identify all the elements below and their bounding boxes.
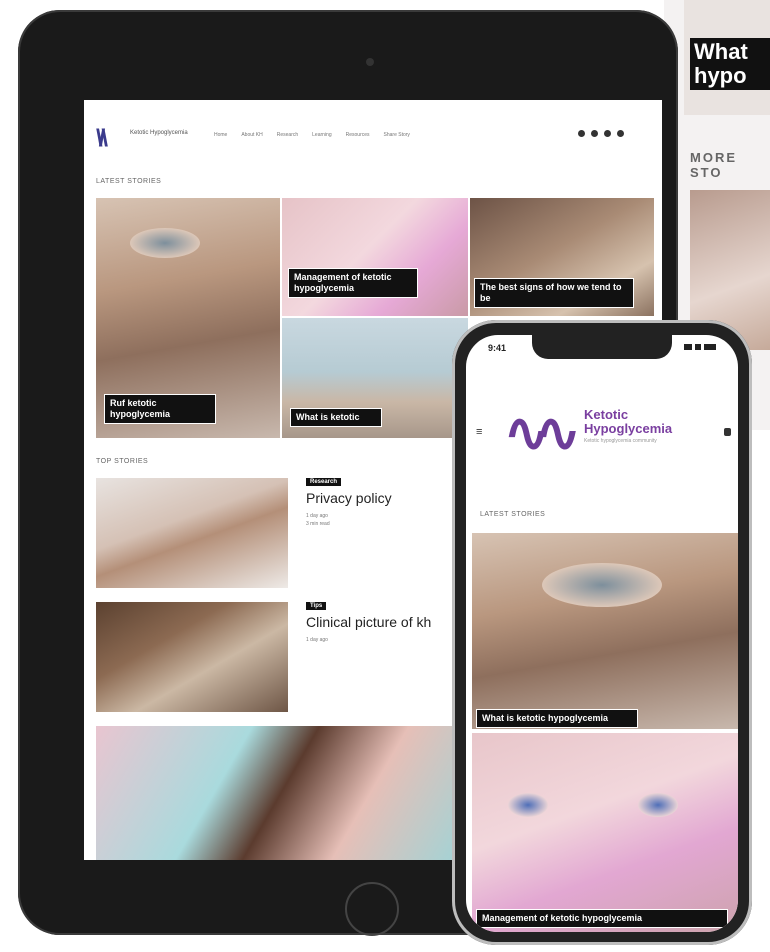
article-thumbnail[interactable] xyxy=(96,602,288,712)
story-tile[interactable]: Management of ketotic hypoglycemia xyxy=(472,733,738,932)
story-caption[interactable]: The best signs of how we tend to be xyxy=(474,278,634,308)
article-tag[interactable]: Research xyxy=(306,478,342,486)
background-hero-text: What hypo xyxy=(690,38,770,90)
article-thumbnail[interactable] xyxy=(96,478,288,588)
tile-photo-detail xyxy=(130,228,200,258)
story-caption[interactable]: Ruf ketotic hypoglycemia xyxy=(104,394,216,424)
home-button[interactable] xyxy=(345,882,399,936)
menu-icon[interactable]: ≡ xyxy=(476,426,482,438)
article-meta: 1 day ago xyxy=(306,637,328,643)
tile-photo-detail xyxy=(542,563,662,607)
phone-screen: 9:41 ≡ ∿∿ Ketotic Hypoglycemia Ketotic h… xyxy=(466,335,738,932)
nav-item[interactable]: Resources xyxy=(346,132,370,138)
camera-icon xyxy=(366,58,374,66)
nav-item[interactable]: About KH xyxy=(241,132,262,138)
tile-photo-detail xyxy=(638,793,678,817)
article-tag[interactable]: Tips xyxy=(306,602,327,610)
instagram-icon[interactable] xyxy=(604,130,611,137)
status-icons xyxy=(684,344,716,350)
main-nav: Home About KH Research Learning Resource… xyxy=(214,132,410,138)
phone-notch xyxy=(532,335,672,359)
article-title[interactable]: Privacy policy xyxy=(306,490,392,506)
section-top: Top stories xyxy=(96,458,149,465)
facebook-icon[interactable] xyxy=(578,130,585,137)
nav-item[interactable]: Learning xyxy=(312,132,331,138)
logo-subtitle: Ketotic hypoglycemia community xyxy=(584,438,657,444)
story-caption[interactable]: Management of ketotic hypoglycemia xyxy=(288,268,418,298)
status-time: 9:41 xyxy=(488,343,507,353)
story-tile[interactable]: What is ketotic xyxy=(282,318,468,438)
background-more-stories: MORE STO xyxy=(690,150,737,180)
feature-image[interactable] xyxy=(96,726,466,860)
nav-item[interactable]: Home xyxy=(214,132,227,138)
section-latest: Latest stories xyxy=(96,178,162,185)
battery-icon xyxy=(704,344,716,350)
logo-text[interactable]: Ketotic Hypoglycemia xyxy=(584,408,714,436)
social-links xyxy=(578,130,624,137)
logo-text[interactable]: Ketotic Hypoglycemia xyxy=(130,130,200,137)
section-latest: Latest stories xyxy=(480,511,546,518)
logo-mark[interactable]: \/\ xyxy=(96,125,108,153)
story-tile[interactable]: Ruf ketotic hypoglycemia xyxy=(96,198,280,438)
logo-mark[interactable]: ∿∿ xyxy=(504,401,580,464)
story-caption[interactable]: Management of ketotic hypoglycemia xyxy=(476,909,728,928)
tile-photo-detail xyxy=(508,793,548,817)
story-caption[interactable]: What is ketotic xyxy=(290,408,382,427)
wifi-icon xyxy=(695,344,701,350)
story-tile[interactable]: What is ketotic hypoglycemia xyxy=(472,533,738,729)
nav-item[interactable]: Research xyxy=(277,132,298,138)
search-icon[interactable] xyxy=(724,428,731,436)
article-meta: 1 day ago xyxy=(306,513,328,519)
signal-icon xyxy=(684,344,692,350)
search-icon[interactable] xyxy=(617,130,624,137)
article-title[interactable]: Clinical picture of kh xyxy=(306,614,431,630)
article-meta: 3 min read xyxy=(306,521,330,527)
story-tile[interactable]: Management of ketotic hypoglycemia xyxy=(282,198,468,316)
story-caption[interactable]: What is ketotic hypoglycemia xyxy=(476,709,638,728)
twitter-icon[interactable] xyxy=(591,130,598,137)
nav-item[interactable]: Share Story xyxy=(384,132,410,138)
story-tile[interactable]: The best signs of how we tend to be xyxy=(470,198,654,316)
